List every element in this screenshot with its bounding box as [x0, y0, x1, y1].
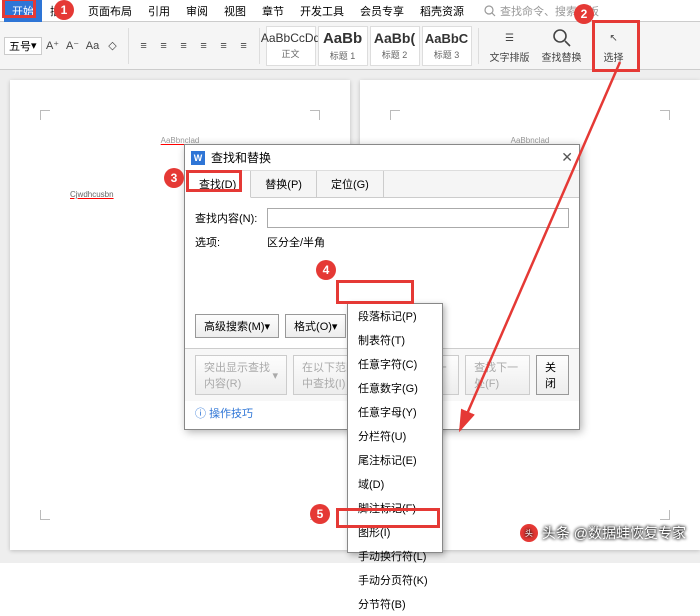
ribbon-body: 五号 ▾ A⁺ A⁻ Aa ◇ ≡ ≡ ≡ ≡ ≡ ≡ AaBbCcDd正文 A… — [0, 22, 700, 70]
font-size-select[interactable]: 五号 ▾ — [4, 37, 42, 55]
numbers-icon[interactable]: ≡ — [155, 37, 173, 55]
menu-endnote-mark[interactable]: 尾注标记(E) — [348, 448, 442, 472]
bullets-icon[interactable]: ≡ — [135, 37, 153, 55]
tab-view[interactable]: 视图 — [216, 0, 254, 22]
watermark-logo-icon: 头 — [520, 524, 538, 542]
align-left-icon[interactable]: ≡ — [175, 37, 193, 55]
style-h1[interactable]: AaBb标题 1 — [318, 26, 368, 66]
find-label: 查找内容(N): — [195, 210, 267, 226]
change-case-icon[interactable]: Aa — [84, 37, 102, 55]
tips-link[interactable]: ⓘ 操作技巧 — [195, 408, 253, 420]
find-input[interactable] — [267, 208, 569, 228]
tab-vip[interactable]: 会员专享 — [352, 0, 412, 22]
para-group: ≡ ≡ ≡ ≡ ≡ ≡ — [135, 37, 253, 55]
annotation-circle-1: 1 — [54, 0, 74, 20]
justify-icon[interactable]: ≡ — [235, 37, 253, 55]
app-icon: W — [191, 151, 205, 165]
tab-review[interactable]: 审阅 — [178, 0, 216, 22]
tab-find[interactable]: 查找(D) — [185, 171, 251, 198]
highlight-button[interactable]: 突出显示查找内容(R) ▾ — [195, 355, 287, 395]
menu-footnote-mark[interactable]: 脚注标记(F) — [348, 496, 442, 520]
ribbon-tabs: 开始 插入 页面布局 引用 审阅 视图 章节 开发工具 会员专享 稻壳资源 查找… — [0, 0, 700, 22]
find-next-button[interactable]: 查找下一处(F) — [465, 355, 530, 395]
close-icon[interactable]: ✕ — [561, 149, 573, 166]
menu-tab-char[interactable]: 制表符(T) — [348, 328, 442, 352]
close-button[interactable]: 关闭 — [536, 355, 569, 395]
search-icon — [484, 5, 496, 17]
tab-dev[interactable]: 开发工具 — [292, 0, 352, 22]
dialog-titlebar[interactable]: W 查找和替换 ✕ — [185, 145, 579, 171]
annotation-circle-5: 5 — [310, 504, 330, 524]
tab-resource[interactable]: 稻壳资源 — [412, 0, 472, 22]
tab-layout[interactable]: 页面布局 — [80, 0, 140, 22]
style-normal[interactable]: AaBbCcDd正文 — [266, 26, 316, 66]
menu-manual-pagebreak[interactable]: 手动分页符(K) — [348, 568, 442, 592]
menu-graphic[interactable]: 图形(I) — [348, 520, 442, 544]
menu-field[interactable]: 域(D) — [348, 472, 442, 496]
align-center-icon[interactable]: ≡ — [195, 37, 213, 55]
page-text: Cjwdhcusbn — [70, 190, 114, 199]
menu-any-digit[interactable]: 任意数字(G) — [348, 376, 442, 400]
clear-format-icon[interactable]: ◇ — [104, 37, 122, 55]
select-button[interactable]: ↖选择 — [589, 24, 639, 68]
align-right-icon[interactable]: ≡ — [215, 37, 233, 55]
options-label: 选项: — [195, 234, 267, 250]
watermark: 头 头条 @数据蛙恢复专家 — [520, 523, 686, 543]
tab-reference[interactable]: 引用 — [140, 0, 178, 22]
annotation-circle-2: 2 — [574, 4, 594, 24]
menu-any-letter[interactable]: 任意字母(Y) — [348, 400, 442, 424]
cursor-icon: ↖ — [609, 27, 617, 49]
menu-any-char[interactable]: 任意字符(C) — [348, 352, 442, 376]
annotation-circle-3: 3 — [164, 168, 184, 188]
tab-replace[interactable]: 替换(P) — [251, 171, 317, 197]
menu-manual-linebreak[interactable]: 手动换行符(L) — [348, 544, 442, 568]
font-group: 五号 ▾ A⁺ A⁻ Aa ◇ — [4, 37, 122, 55]
annotation-circle-4: 4 — [316, 260, 336, 280]
special-format-menu: 段落标记(P) 制表符(T) 任意字符(C) 任意数字(G) 任意字母(Y) 分… — [347, 303, 443, 553]
tab-start[interactable]: 开始 — [4, 0, 42, 22]
text-arrange-icon: ☰ — [505, 27, 514, 49]
tab-chapter[interactable]: 章节 — [254, 0, 292, 22]
style-gallery: AaBbCcDd正文 AaBb标题 1 AaBb(标题 2 AaBbC标题 3 — [266, 26, 472, 66]
find-replace-button[interactable]: 查找替换 — [537, 24, 587, 68]
tab-goto[interactable]: 定位(G) — [317, 171, 384, 197]
menu-paragraph-mark[interactable]: 段落标记(P) — [348, 304, 442, 328]
grow-font-icon[interactable]: A⁺ — [44, 37, 62, 55]
style-h3[interactable]: AaBbC标题 3 — [422, 26, 472, 66]
dialog-title: 查找和替换 — [211, 149, 271, 166]
advanced-search-button[interactable]: 高级搜索(M) ▾ — [195, 314, 279, 338]
menu-column-break[interactable]: 分栏符(U) — [348, 424, 442, 448]
options-value: 区分全/半角 — [267, 234, 325, 250]
menu-section-break[interactable]: 分节符(B) — [348, 592, 442, 616]
shrink-font-icon[interactable]: A⁻ — [64, 37, 82, 55]
magnifier-icon — [552, 27, 572, 49]
format-button[interactable]: 格式(O) ▾ — [285, 314, 346, 338]
dialog-tabs: 查找(D) 替换(P) 定位(G) — [185, 171, 579, 198]
text-arrange-button[interactable]: ☰文字排版 — [485, 24, 535, 68]
style-h2[interactable]: AaBb(标题 2 — [370, 26, 420, 66]
